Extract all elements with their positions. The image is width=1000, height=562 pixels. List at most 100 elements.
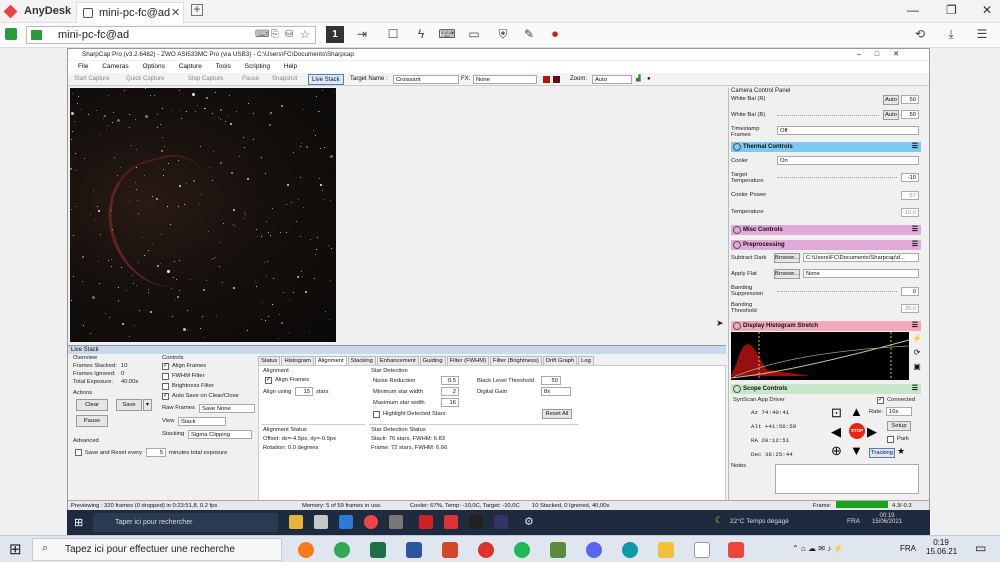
fwhm-filter-checkbox[interactable]: [162, 373, 169, 380]
tab-enhancement[interactable]: Enhancement: [376, 356, 419, 365]
menu-tools[interactable]: Tools: [216, 63, 231, 70]
edge-icon[interactable]: [622, 542, 638, 558]
actions-icon[interactable]: ϟ: [412, 27, 430, 41]
clear-button[interactable]: Clear: [76, 399, 108, 411]
word-icon[interactable]: [406, 542, 422, 558]
tracking-button[interactable]: Tracking: [869, 448, 895, 458]
collapse-icon[interactable]: [733, 241, 741, 249]
view-select[interactable]: Stack: [178, 417, 226, 426]
powerpoint-icon[interactable]: [442, 542, 458, 558]
stop-capture-button[interactable]: Stop Capture: [188, 73, 223, 86]
star-icon[interactable]: ☆: [300, 28, 310, 41]
chrome-icon[interactable]: [364, 515, 378, 529]
histogram-chart[interactable]: [731, 332, 909, 380]
tab-filter-fwhm[interactable]: Filter (FWHM): [446, 356, 490, 365]
color-swatch-dark[interactable]: [553, 76, 560, 83]
misc-section-header[interactable]: Misc Controls ☰: [731, 225, 921, 235]
target-temp-value[interactable]: -10: [901, 173, 919, 182]
digital-gain-select[interactable]: 8x: [541, 387, 571, 396]
max-star-width-input[interactable]: 16: [441, 398, 459, 407]
align-using-input[interactable]: 15: [295, 387, 313, 396]
histogram-icon[interactable]: ▟: [636, 73, 641, 86]
target-input[interactable]: Croissant: [393, 75, 459, 84]
collapse-icon[interactable]: [733, 385, 741, 393]
notepad-icon[interactable]: [694, 542, 710, 558]
discord-icon[interactable]: [586, 542, 602, 558]
target-temp-slider[interactable]: [777, 177, 897, 178]
maximize-icon[interactable]: ❐: [946, 3, 957, 17]
app-icon-red[interactable]: [478, 542, 494, 558]
menu-capture[interactable]: Capture: [179, 63, 202, 70]
white-bal-r-value[interactable]: 50: [901, 95, 919, 104]
spotify-icon[interactable]: [514, 542, 530, 558]
noise-reduction-input[interactable]: 0.5: [441, 376, 459, 385]
save-reset-input[interactable]: 5: [146, 448, 166, 457]
stacking-select[interactable]: Sigma Clipping: [188, 430, 252, 439]
firefox-icon[interactable]: [298, 542, 314, 558]
anydesk-remote-icon[interactable]: [444, 515, 458, 529]
local-search-box[interactable]: Tapez ici pour effectuer une recherche: [32, 538, 282, 561]
menu-options[interactable]: Options: [142, 63, 164, 70]
app-icon-blue[interactable]: [494, 515, 508, 529]
close-icon[interactable]: ✕: [982, 3, 992, 17]
fx-select[interactable]: None: [473, 75, 537, 84]
dark-browse-button[interactable]: Browse...: [774, 253, 800, 263]
download-icon[interactable]: ⤓: [942, 27, 960, 42]
new-tab-icon[interactable]: +: [191, 3, 203, 16]
start-capture-button[interactable]: Start Capture: [74, 73, 110, 86]
raw-frames-select[interactable]: Save None: [199, 404, 255, 413]
privacy-icon[interactable]: ⛨: [494, 27, 512, 42]
keyboard-icon[interactable]: ⌨: [255, 29, 269, 40]
pause-button[interactable]: Pause: [242, 73, 259, 86]
white-bal-b-value[interactable]: 50: [901, 110, 919, 119]
tab-drift-graph[interactable]: Drift Graph: [542, 356, 578, 365]
color-swatch-red[interactable]: [543, 76, 550, 83]
system-tray-icons[interactable]: ⌃ ⌂ ☁ ✉ ♪ ⚡: [792, 544, 843, 553]
display-icon[interactable]: ▭: [465, 27, 483, 41]
black-level-input[interactable]: 50: [541, 376, 561, 385]
cooler-select[interactable]: On: [777, 156, 919, 165]
input-icon[interactable]: ⌨: [438, 27, 456, 41]
notification-icon[interactable]: ▭: [975, 541, 986, 555]
timestamp-select[interactable]: Off: [777, 126, 919, 135]
align-frames-checkbox[interactable]: ✓: [162, 363, 169, 370]
app-icon-dark[interactable]: [469, 515, 483, 529]
excel-icon[interactable]: [370, 542, 386, 558]
remote-search-box[interactable]: Taper ici pour rechercher: [93, 513, 278, 532]
tab-alignment[interactable]: Alignment: [314, 356, 347, 365]
session-tab[interactable]: mini-pc-fc@ad ✕: [76, 2, 184, 23]
menu-file[interactable]: File: [78, 63, 88, 70]
east-arrow-icon[interactable]: ▶: [867, 425, 877, 438]
section-menu-icon[interactable]: ☰: [912, 321, 918, 331]
thermal-section-header[interactable]: Thermal Controls ☰: [731, 142, 921, 152]
save-reset-checkbox[interactable]: [75, 449, 82, 456]
rate-select[interactable]: 16x: [886, 407, 912, 416]
reticle-icon[interactable]: ●: [647, 73, 651, 86]
section-menu-icon[interactable]: ☰: [912, 384, 918, 394]
transfer-icon[interactable]: ⇥: [353, 27, 371, 41]
minimize-icon[interactable]: —: [907, 3, 919, 17]
min-star-width-input[interactable]: 2: [441, 387, 459, 396]
reset-all-button[interactable]: Reset All: [542, 409, 572, 419]
live-preview-image[interactable]: [70, 88, 336, 342]
save-dropdown-icon[interactable]: ▾: [143, 399, 152, 411]
setup-button[interactable]: Setup: [887, 421, 911, 431]
sync-icon[interactable]: ⊡: [831, 406, 842, 419]
white-bal-r-auto[interactable]: Auto: [883, 95, 899, 105]
banding-supp-value[interactable]: 0: [901, 287, 919, 296]
park-checkbox[interactable]: [887, 436, 894, 443]
app-icon-red[interactable]: [419, 515, 433, 529]
highlight-stars-checkbox[interactable]: [373, 411, 380, 418]
brightness-filter-checkbox[interactable]: [162, 383, 169, 390]
north-arrow-icon[interactable]: ▲: [850, 405, 863, 418]
chat-icon[interactable]: ☐: [384, 27, 402, 41]
store-icon[interactable]: [314, 515, 328, 529]
close-tab-icon[interactable]: ✕: [171, 6, 180, 19]
chrome-icon[interactable]: [334, 542, 350, 558]
star-icon[interactable]: ★: [897, 446, 905, 457]
west-arrow-icon[interactable]: ◀: [831, 425, 841, 438]
banding-supp-slider[interactable]: [777, 291, 897, 292]
tab-histogram[interactable]: Histogram: [281, 356, 314, 365]
preproc-section-header[interactable]: Preprocessing ☰: [731, 240, 921, 250]
storage-icon[interactable]: ⛁: [285, 29, 293, 40]
